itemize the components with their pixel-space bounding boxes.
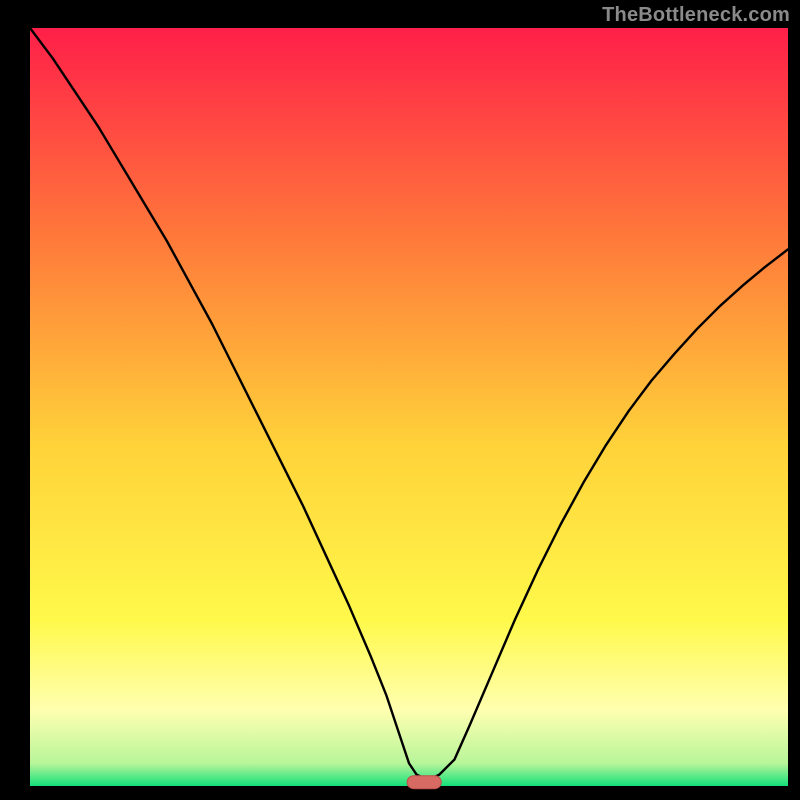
plot-background [30,28,788,786]
watermark-label: TheBottleneck.com [602,4,790,27]
chart-stage: TheBottleneck.com [0,0,800,800]
bottleneck-chart [0,0,800,800]
optimal-marker [407,776,441,789]
